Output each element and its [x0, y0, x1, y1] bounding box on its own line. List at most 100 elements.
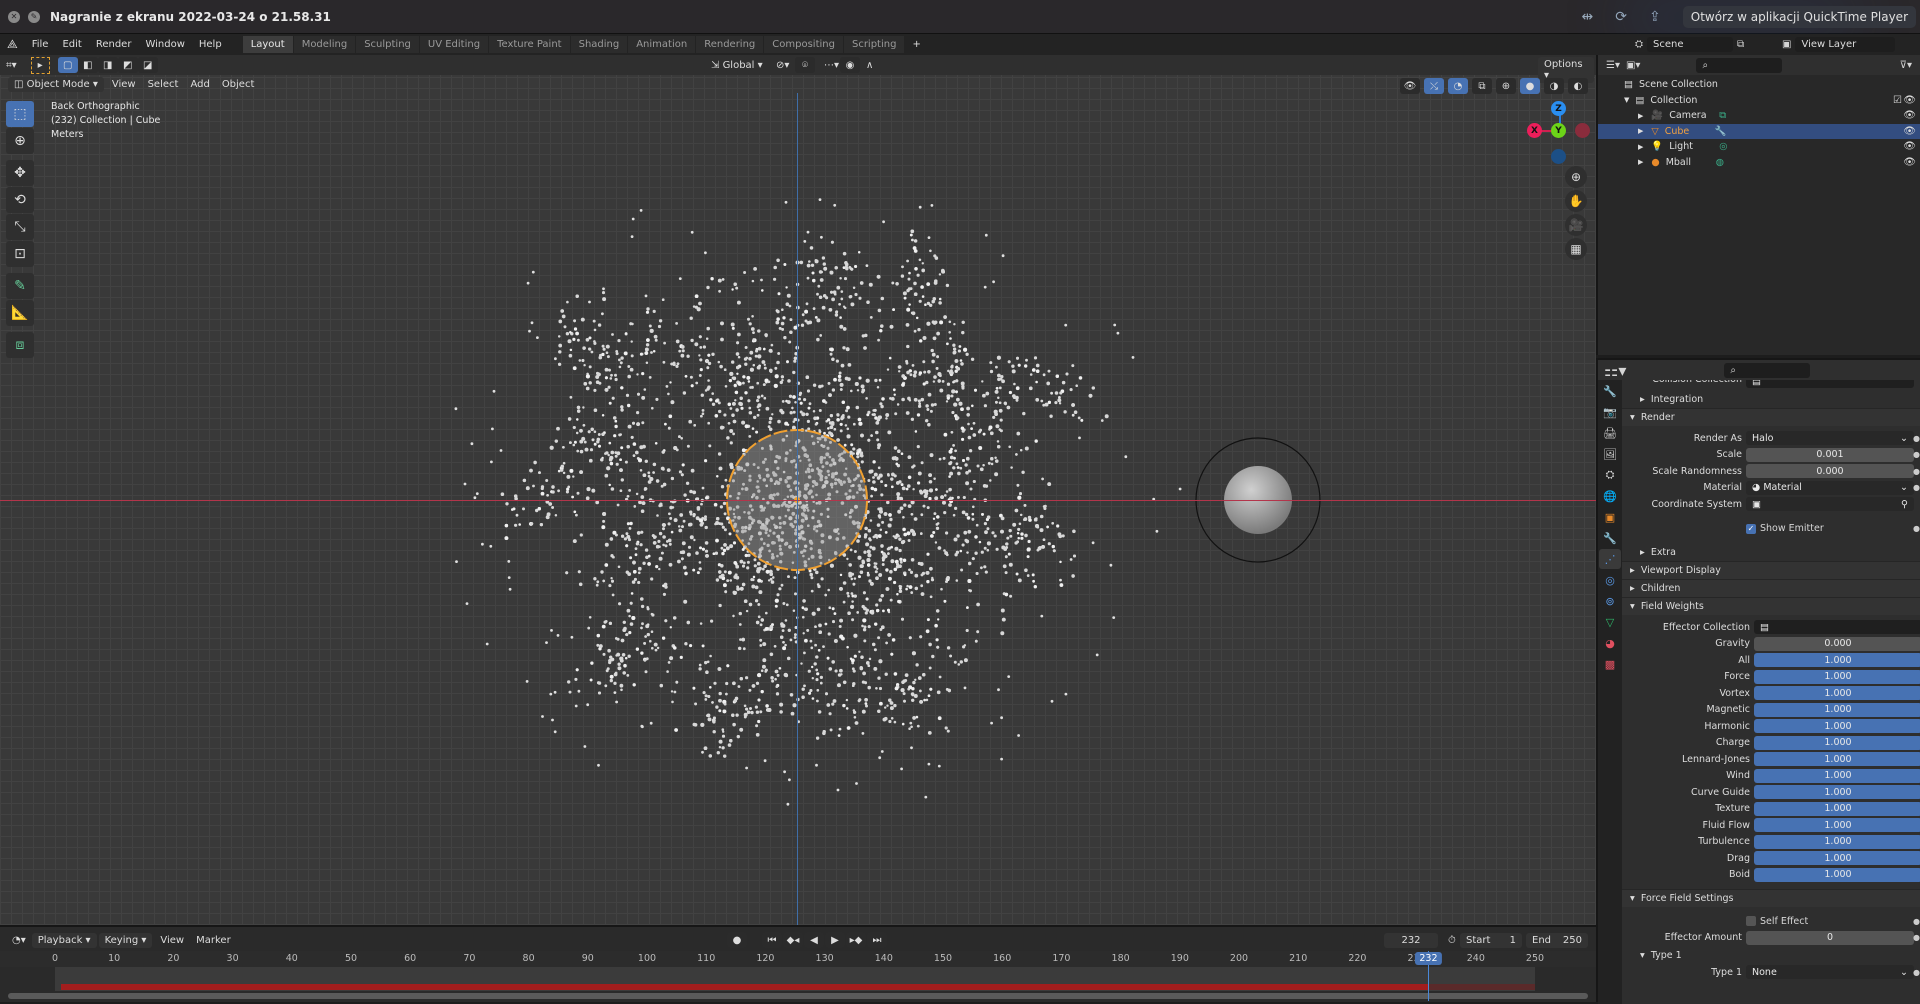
- menu-window[interactable]: Window: [138, 39, 191, 50]
- auto-keying-icon[interactable]: ●: [727, 932, 747, 948]
- navigation-gizmo[interactable]: Z X Y ⊕ ✋ 🎥 ▦: [1520, 90, 1596, 270]
- menu-edit[interactable]: Edit: [55, 39, 88, 50]
- object-tab-icon[interactable]: ▣: [1599, 507, 1621, 527]
- expand-arrow-icon[interactable]: ▶: [1638, 158, 1643, 166]
- ortho-grid-icon[interactable]: ▦: [1565, 238, 1587, 260]
- show-emitter-checkbox[interactable]: ✓ Show Emitter: [1746, 523, 1824, 534]
- camera-data-icon[interactable]: ⧉: [1719, 110, 1726, 121]
- measure-tool-icon[interactable]: 📐: [6, 300, 34, 326]
- tab-sculpting[interactable]: Sculpting: [356, 36, 419, 53]
- tab-modeling[interactable]: Modeling: [293, 36, 356, 53]
- weight-field[interactable]: 1.000: [1754, 735, 1920, 750]
- modifier-icon[interactable]: 🔧: [1715, 126, 1727, 137]
- expand-arrow-icon[interactable]: ▼: [1624, 96, 1629, 104]
- visibility-icon[interactable]: 👁: [1400, 78, 1420, 94]
- particles-tab-icon[interactable]: ⋰: [1599, 549, 1621, 569]
- visibility-eye-icon[interactable]: 👁: [1903, 157, 1916, 168]
- outliner-item-light[interactable]: ▶ 💡 Light ◎ 👁: [1598, 139, 1920, 155]
- visibility-eye-icon[interactable]: 👁: [1903, 110, 1916, 121]
- gizmo-neg-z-axis[interactable]: [1551, 149, 1566, 164]
- type1-dropdown[interactable]: None ⌄: [1746, 965, 1914, 980]
- jump-end-icon[interactable]: ⏭: [867, 932, 887, 948]
- extra-panel[interactable]: ▸ Extra: [1622, 543, 1920, 561]
- playback-menu[interactable]: Playback ▾: [31, 932, 97, 948]
- snap-icon[interactable]: ⌾: [795, 57, 815, 73]
- blender-logo-icon[interactable]: ⟁: [0, 37, 25, 52]
- render-as-dropdown[interactable]: Halo ⌄: [1746, 431, 1914, 446]
- weight-field[interactable]: 1.000: [1754, 851, 1920, 866]
- new-scene-icon[interactable]: ⧉: [1737, 39, 1744, 50]
- coordinate-system-field[interactable]: ▣ ⚲: [1746, 497, 1914, 512]
- collision-collection-field[interactable]: ▤: [1746, 380, 1914, 388]
- physics-tab-icon[interactable]: ◎: [1599, 570, 1621, 590]
- transform-orientation-dropdown[interactable]: ⇲ Global ▾: [705, 58, 769, 73]
- editor-type-icon[interactable]: ⌗▾: [0, 58, 23, 73]
- modifier-tab-icon[interactable]: 🔧: [1599, 528, 1621, 548]
- weight-field[interactable]: 1.000: [1754, 867, 1920, 882]
- exclude-checkbox[interactable]: ☑: [1893, 95, 1902, 106]
- timeline-ruler[interactable]: 0 10 20 30 40 50 60 70 80 90 100 110 120 130 140 150 160…: [0, 951, 1596, 967]
- eyedropper-icon[interactable]: ⚲: [1901, 499, 1908, 510]
- select-mode-invert-icon[interactable]: ◩: [117, 57, 138, 73]
- visibility-eye-icon[interactable]: 👁: [1903, 95, 1916, 106]
- weight-field[interactable]: 1.000: [1754, 834, 1920, 849]
- edit-icon[interactable]: ✎: [28, 10, 40, 23]
- add-cube-tool-icon[interactable]: ⧈: [6, 332, 34, 358]
- play-icon[interactable]: ▶: [825, 932, 845, 948]
- gizmo-y-axis[interactable]: Y: [1551, 123, 1566, 138]
- tab-uv-editing[interactable]: UV Editing: [419, 36, 489, 53]
- weight-field[interactable]: 1.000: [1754, 686, 1920, 701]
- next-keyframe-icon[interactable]: ▸◆: [846, 932, 866, 948]
- proportional-edit-icon[interactable]: ◉: [840, 57, 860, 73]
- add-workspace-button[interactable]: +: [905, 39, 927, 50]
- falloff-icon[interactable]: ∧: [860, 58, 879, 73]
- menu-add[interactable]: Add: [184, 77, 215, 92]
- constraints-tab-icon[interactable]: ⊚: [1599, 591, 1621, 611]
- collection-row[interactable]: ▼ ▤ Collection ☑ 👁: [1598, 93, 1920, 109]
- weight-field[interactable]: 1.000: [1754, 801, 1920, 816]
- weight-field[interactable]: 1.000: [1754, 653, 1920, 668]
- properties-search-input[interactable]: ⌕: [1724, 362, 1811, 378]
- tab-shading[interactable]: Shading: [570, 36, 628, 53]
- transform-tool-icon[interactable]: ⊡: [6, 241, 34, 267]
- menu-view[interactable]: View: [106, 77, 142, 92]
- wireframe-shading-icon[interactable]: ⊕: [1496, 78, 1516, 94]
- material-tab-icon[interactable]: ◕: [1599, 633, 1621, 653]
- end-frame-field[interactable]: End 250: [1526, 932, 1588, 948]
- timeline-marker-menu[interactable]: Marker: [190, 933, 237, 948]
- gravity-field[interactable]: 0.000: [1754, 636, 1920, 651]
- force-field-settings-panel[interactable]: ▾ Force Field Settings: [1622, 889, 1920, 907]
- gizmo-x-axis[interactable]: X: [1527, 123, 1542, 138]
- move-tool-icon[interactable]: ✥: [6, 160, 34, 186]
- select-tool-icon[interactable]: ▸: [30, 56, 50, 74]
- outliner-item-camera[interactable]: ▶ 🎥 Camera ⧉ 👁: [1598, 108, 1920, 124]
- tab-compositing[interactable]: Compositing: [764, 36, 843, 53]
- trim-icon[interactable]: ⇹: [1582, 9, 1594, 25]
- view-layer-icon[interactable]: ▣: [1782, 39, 1791, 50]
- xray-icon[interactable]: ⧉: [1472, 78, 1492, 94]
- select-mode-intersect-icon[interactable]: ◪: [137, 57, 158, 73]
- material-dropdown[interactable]: ◕ Material ⌄: [1746, 480, 1914, 495]
- camera-view-icon[interactable]: 🎥: [1565, 214, 1587, 236]
- scene-collection-row[interactable]: ▤ Scene Collection: [1598, 77, 1920, 93]
- scene-tab-icon[interactable]: ⛭: [1599, 465, 1621, 485]
- select-mode-subtract-icon[interactable]: ◨: [97, 57, 118, 73]
- visibility-eye-icon[interactable]: 👁: [1903, 126, 1916, 137]
- share-icon[interactable]: ⇪: [1649, 9, 1661, 25]
- viewport-display-panel[interactable]: ▸ Viewport Display: [1622, 561, 1920, 579]
- texture-tab-icon[interactable]: ▩: [1599, 654, 1621, 674]
- properties-type-icon[interactable]: ⚏▾: [1604, 361, 1626, 380]
- integration-panel[interactable]: ▸ Integration: [1622, 390, 1920, 408]
- close-window-button[interactable]: ✕: [8, 10, 20, 23]
- display-mode-icon[interactable]: ▣▾: [1626, 60, 1640, 71]
- timeline-view-menu[interactable]: View: [154, 933, 190, 948]
- 3d-viewport[interactable]: ⌗▾ ▸ ▢ ◧ ◨ ◩ ◪ ⇲ Global ▾ ⊘▾ ⌾ ⋯▾ ◉ ∧ Op…: [0, 55, 1596, 925]
- tab-animation[interactable]: Animation: [628, 36, 696, 53]
- render-tab-icon[interactable]: 📷: [1599, 402, 1621, 422]
- weight-field[interactable]: 1.000: [1754, 768, 1920, 783]
- pivot-point-icon[interactable]: ⊘▾: [770, 58, 795, 73]
- gizmo-neg-x-axis[interactable]: [1575, 123, 1590, 138]
- cursor-tool-icon[interactable]: ⊕: [6, 128, 34, 154]
- select-mode-extend-icon[interactable]: ◧: [77, 57, 98, 73]
- expand-arrow-icon[interactable]: ▶: [1638, 143, 1643, 151]
